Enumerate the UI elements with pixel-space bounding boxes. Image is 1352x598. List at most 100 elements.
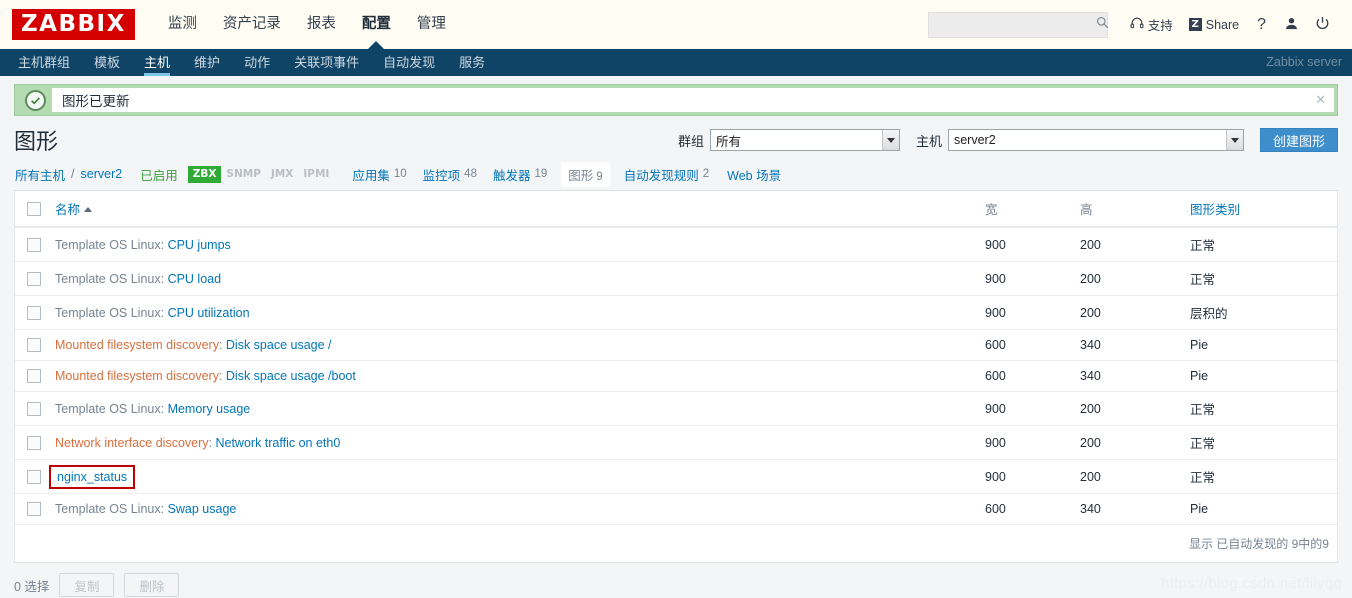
select-all-checkbox[interactable] xyxy=(27,201,41,216)
subnav-item-templates[interactable]: 模板 xyxy=(82,49,132,76)
row-prefix[interactable]: Template OS Linux xyxy=(55,272,161,286)
row-name-cell: Template OS Linux: Memory usage xyxy=(49,391,979,426)
row-graph-name[interactable]: Memory usage xyxy=(168,402,251,416)
flag-snmp: SNMP xyxy=(226,167,261,180)
row-height: 200 xyxy=(1074,459,1184,494)
row-select-cell xyxy=(15,391,49,426)
flag-jmx: JMX xyxy=(270,167,294,180)
host-filter-select[interactable]: server2 xyxy=(947,129,1244,151)
row-prefix[interactable]: Template OS Linux xyxy=(55,402,161,416)
breadcrumb-all-hosts[interactable]: 所有主机 xyxy=(15,165,65,184)
objnav-items[interactable]: 监控项 xyxy=(423,165,461,184)
mainnav-item-configuration[interactable]: 配置 xyxy=(349,0,404,50)
subnav-item-services[interactable]: 服务 xyxy=(447,49,497,76)
row-select-cell xyxy=(15,227,49,262)
row-prefix[interactable]: Template OS Linux xyxy=(55,238,161,252)
mainnav-item-monitoring[interactable]: 监测 xyxy=(155,0,210,49)
row-prefix-separator: : xyxy=(160,401,168,416)
objnav-discovery-rules-count: 2 xyxy=(702,168,710,180)
subnav-item-discovery[interactable]: 自动发现 xyxy=(371,49,447,76)
highlight-annotation: nginx_status xyxy=(49,464,136,489)
subnav-item-actions[interactable]: 动作 xyxy=(232,49,282,76)
breadcrumb-separator: / xyxy=(71,167,75,181)
mainnav-item-administration[interactable]: 管理 xyxy=(404,0,459,49)
column-header-name-label: 名称 xyxy=(55,203,81,217)
subnav-item-maintenance[interactable]: 维护 xyxy=(182,49,232,76)
row-graph-name[interactable]: CPU utilization xyxy=(168,306,250,320)
row-graph-name[interactable]: Network traffic on eth0 xyxy=(215,436,340,450)
selection-action-bar: 0 选择 复制 删除 xyxy=(14,573,1338,597)
row-height: 340 xyxy=(1074,360,1184,392)
message-body: 图形已更新 × xyxy=(52,88,1334,112)
logout-button[interactable] xyxy=(1307,10,1338,40)
breadcrumb-host[interactable]: server2 xyxy=(81,167,123,181)
objnav-graphs[interactable]: 图形 9 xyxy=(561,161,610,187)
chevron-down-icon[interactable] xyxy=(1225,130,1243,150)
table-row: Template OS Linux: CPU load 900 200 正常 xyxy=(15,261,1337,296)
support-label: 支持 xyxy=(1147,19,1173,33)
graphs-table: 名称 宽 高 图形类别 Template OS Linux: CPU jumps… xyxy=(15,191,1337,525)
row-prefix[interactable]: Template OS Linux xyxy=(55,306,161,320)
mainnav-item-inventory[interactable]: 资产记录 xyxy=(210,0,294,49)
row-prefix[interactable]: Mounted filesystem discovery xyxy=(55,338,219,352)
objnav-triggers-count: 19 xyxy=(534,168,548,180)
row-graph-name[interactable]: Swap usage xyxy=(168,502,237,516)
help-button[interactable]: ? xyxy=(1247,16,1276,34)
row-graph-name[interactable]: Disk space usage / xyxy=(226,338,332,352)
row-prefix[interactable]: Mounted filesystem discovery xyxy=(55,369,219,383)
row-checkbox[interactable] xyxy=(27,401,41,416)
objnav-items-count: 48 xyxy=(464,168,477,180)
row-prefix-separator: : xyxy=(160,502,168,516)
row-width: 900 xyxy=(979,391,1074,426)
row-graph-name[interactable]: CPU jumps xyxy=(168,238,231,252)
subnav-item-hosts[interactable]: 主机 xyxy=(132,49,182,76)
objnav-triggers[interactable]: 触发器 xyxy=(493,165,531,184)
row-checkbox[interactable] xyxy=(27,271,41,286)
copy-button[interactable]: 复制 xyxy=(59,573,115,597)
mainnav-item-reports[interactable]: 报表 xyxy=(294,0,349,49)
column-header-name[interactable]: 名称 xyxy=(49,191,979,228)
share-button[interactable]: Z Share xyxy=(1181,10,1247,40)
row-prefix[interactable]: Network interface discovery xyxy=(55,436,209,450)
column-header-graph-type[interactable]: 图形类别 xyxy=(1184,191,1337,228)
subnav-item-correlation[interactable]: 关联项事件 xyxy=(282,49,371,76)
flag-zbx[interactable]: ZBX xyxy=(187,165,222,183)
main-navigation: 监测 资产记录 报表 配置 管理 xyxy=(155,0,459,50)
interface-flags: ZBX SNMP JMX IPMI xyxy=(187,165,335,183)
row-height: 200 xyxy=(1074,295,1184,330)
row-graph-name[interactable]: nginx_status xyxy=(57,470,127,484)
delete-button[interactable]: 删除 xyxy=(124,573,180,597)
create-graph-button[interactable]: 创建图形 xyxy=(1259,128,1338,152)
row-graph-name[interactable]: CPU load xyxy=(168,272,222,286)
row-checkbox[interactable] xyxy=(27,469,41,484)
subnav-item-host-groups[interactable]: 主机群组 xyxy=(6,49,82,76)
row-checkbox[interactable] xyxy=(27,237,41,252)
row-checkbox[interactable] xyxy=(27,502,41,517)
graphs-table-container: 名称 宽 高 图形类别 Template OS Linux: CPU jumps… xyxy=(14,190,1338,563)
row-graph-type: 正常 xyxy=(1184,425,1337,460)
row-checkbox[interactable] xyxy=(27,435,41,450)
message-icon-cell xyxy=(18,88,52,112)
zabbix-logo[interactable]: ZABBIX xyxy=(12,9,135,40)
row-select-cell xyxy=(15,425,49,460)
close-icon[interactable]: × xyxy=(1315,93,1326,108)
search-box[interactable] xyxy=(927,11,1109,38)
support-button[interactable]: 支持 xyxy=(1122,10,1181,40)
row-checkbox[interactable] xyxy=(27,338,41,353)
row-checkbox[interactable] xyxy=(27,369,41,384)
host-status-enabled[interactable]: 已启用 xyxy=(140,165,178,184)
group-filter-select[interactable]: 所有 xyxy=(709,129,900,151)
row-prefix-separator: : xyxy=(160,237,168,252)
row-graph-name[interactable]: Disk space usage /boot xyxy=(226,369,356,383)
chevron-down-icon[interactable] xyxy=(881,130,899,150)
filter-controls: 群组 所有 主机 server2 创建图形 xyxy=(678,128,1338,152)
objnav-discovery-rules[interactable]: 自动发现规则 xyxy=(624,165,699,184)
row-prefix[interactable]: Template OS Linux xyxy=(55,502,161,516)
search-icon[interactable] xyxy=(1096,16,1109,34)
user-profile-button[interactable] xyxy=(1276,10,1307,40)
row-checkbox[interactable] xyxy=(27,305,41,320)
search-input[interactable] xyxy=(936,16,1096,33)
row-graph-type: 正常 xyxy=(1184,261,1337,296)
objnav-applications[interactable]: 应用集 xyxy=(352,165,390,184)
objnav-web-scenarios[interactable]: Web 场景 xyxy=(727,165,781,184)
